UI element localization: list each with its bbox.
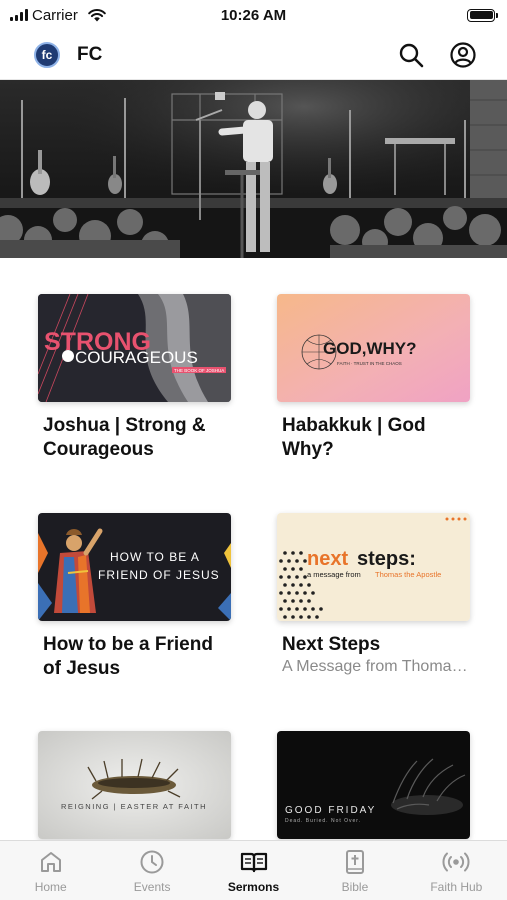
god-why-art: GOD,WHY? FAITH · TRUST IN THE CHAOS — [277, 294, 470, 402]
broadcast-icon — [442, 852, 470, 872]
account-icon — [450, 41, 476, 68]
tab-bible[interactable]: Bible — [304, 841, 405, 900]
sermon-subtitle: A Message from Thomas the Apostle — [282, 658, 470, 675]
svg-text:COURAGEOUS: COURAGEOUS — [75, 348, 198, 367]
tab-events[interactable]: Events — [101, 841, 202, 900]
reigning-art: REIGNING | EASTER AT FAITH — [38, 731, 231, 839]
sermon-title: How to be a Friend of Jesus — [43, 634, 213, 679]
search-button[interactable] — [397, 41, 425, 69]
status-left: Carrier — [10, 7, 106, 24]
app-logo: fc — [34, 41, 60, 68]
book-icon — [240, 852, 267, 873]
svg-text:GOD,WHY?: GOD,WHY? — [323, 339, 417, 358]
app-header: fc FC — [0, 30, 507, 80]
profile-button[interactable] — [449, 41, 477, 69]
svg-text:HOW TO BE A: HOW TO BE A — [110, 550, 200, 564]
sermon-card[interactable]: REIGNING | EASTER AT FAITH — [38, 731, 231, 851]
sermon-title: Joshua | Strong & Courageous — [43, 415, 206, 460]
sermon-card[interactable]: STRONG COURAGEOUS THE BOOK OF JOSHUA Jos… — [38, 294, 231, 462]
wifi-icon — [88, 8, 106, 21]
sermon-thumbnail: next steps: a message from Thomas the Ap… — [277, 513, 470, 621]
stage-photo — [0, 80, 507, 258]
signal-icon — [10, 9, 28, 21]
bible-icon — [345, 850, 364, 874]
svg-text:Thomas the Apostle: Thomas the Apostle — [375, 570, 441, 579]
svg-text:GOOD FRIDAY: GOOD FRIDAY — [285, 805, 376, 816]
sermon-card[interactable]: GOD,WHY? FAITH · TRUST IN THE CHAOS Haba… — [277, 294, 470, 462]
good-friday-art: GOOD FRIDAY Dead. Buried. Not Over. — [277, 731, 470, 839]
tab-label: Home — [34, 880, 67, 894]
svg-text:THE BOOK OF JOSHUA: THE BOOK OF JOSHUA — [174, 368, 224, 373]
sermon-card[interactable]: GOOD FRIDAY Dead. Buried. Not Over. — [277, 731, 470, 851]
home-icon — [40, 852, 61, 872]
header-actions — [397, 41, 477, 69]
svg-text:next: next — [307, 548, 348, 570]
tab-faith-hub[interactable]: Faith Hub — [406, 841, 507, 900]
sermon-thumbnail: STRONG COURAGEOUS THE BOOK OF JOSHUA — [38, 294, 231, 402]
tab-label: Bible — [341, 880, 369, 894]
next-steps-art: next steps: a message from Thomas the Ap… — [277, 513, 470, 621]
strong-courageous-art: STRONG COURAGEOUS THE BOOK OF JOSHUA — [38, 294, 231, 402]
tab-sermons[interactable]: Sermons — [203, 841, 304, 900]
sermon-title: Next Steps — [282, 634, 381, 655]
svg-text:REIGNING | EASTER AT FAITH: REIGNING | EASTER AT FAITH — [61, 802, 207, 811]
sermon-card[interactable]: next steps: a message from Thomas the Ap… — [277, 513, 470, 677]
status-bar: Carrier 10:26 AM — [0, 0, 507, 30]
carrier-label: Carrier — [32, 6, 78, 24]
search-icon — [399, 43, 424, 67]
sermon-card[interactable]: HOW TO BE A FRIEND OF JESUS How to be a … — [38, 513, 231, 681]
tab-bar: Home Events Sermons Bible Faith Hub — [0, 840, 507, 900]
tab-label: Events — [133, 880, 171, 894]
svg-text:FAITH · TRUST IN THE CHAOS: FAITH · TRUST IN THE CHAOS — [337, 361, 402, 366]
sermon-title: Habakkuk | God Why? — [282, 415, 426, 460]
sermon-thumbnail: GOD,WHY? FAITH · TRUST IN THE CHAOS — [277, 294, 470, 402]
svg-text:FRIEND OF JESUS: FRIEND OF JESUS — [98, 568, 220, 582]
friend-of-jesus-art: HOW TO BE A FRIEND OF JESUS — [38, 513, 231, 621]
tab-home[interactable]: Home — [0, 841, 101, 900]
svg-text:Dead. Buried. Not Over.: Dead. Buried. Not Over. — [285, 818, 361, 824]
tab-label: Faith Hub — [430, 880, 483, 894]
svg-text:steps:: steps: — [357, 548, 416, 570]
svg-text:a message from: a message from — [307, 570, 361, 579]
sermon-thumbnail: GOOD FRIDAY Dead. Buried. Not Over. — [277, 731, 470, 839]
clock-icon — [140, 850, 164, 874]
hero-banner[interactable] — [0, 80, 507, 258]
battery-icon — [467, 8, 498, 22]
app-title: FC — [77, 43, 103, 65]
sermon-thumbnail: HOW TO BE A FRIEND OF JESUS — [38, 513, 231, 621]
sermon-thumbnail: REIGNING | EASTER AT FAITH — [38, 731, 231, 839]
tab-label: Sermons — [227, 880, 280, 894]
